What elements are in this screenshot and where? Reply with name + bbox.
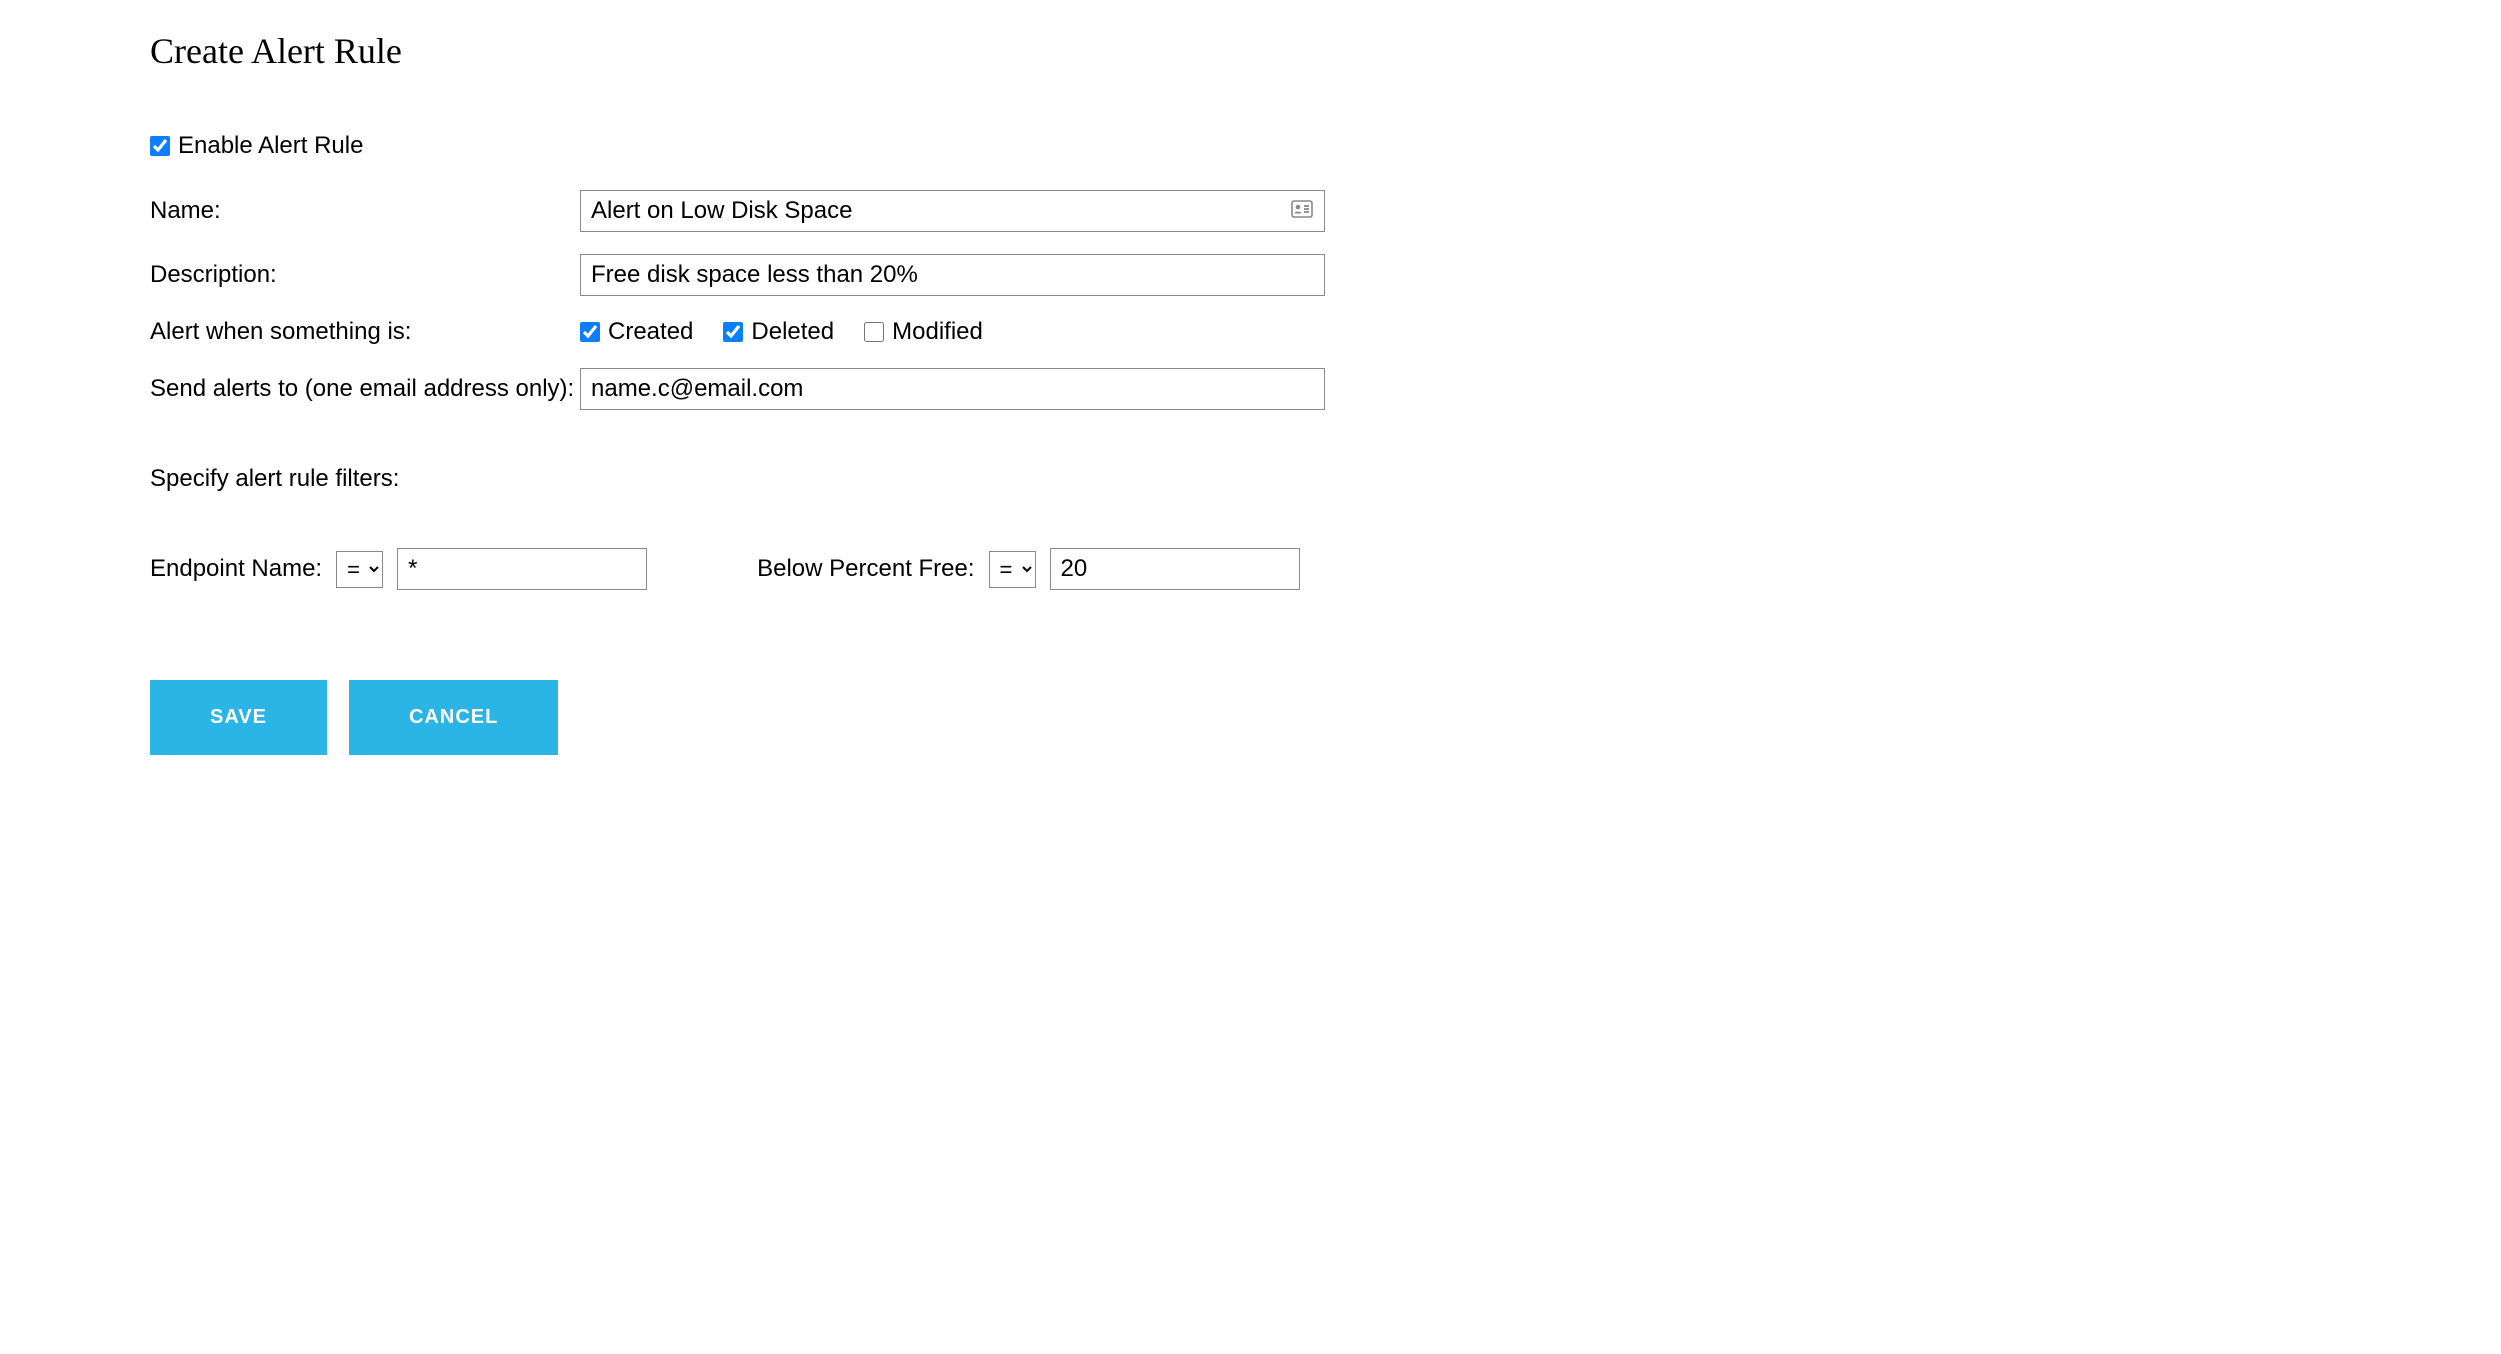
enable-label: Enable Alert Rule: [178, 132, 363, 160]
endpoint-filter: Endpoint Name: =: [150, 548, 647, 590]
enable-checkbox[interactable]: [150, 136, 170, 156]
button-row: SAVE CANCEL: [150, 680, 2351, 755]
send-to-input[interactable]: [580, 368, 1325, 410]
name-row: Name:: [150, 190, 2351, 232]
description-label: Description:: [150, 261, 580, 289]
deleted-checkbox[interactable]: [723, 322, 743, 342]
deleted-label: Deleted: [751, 318, 834, 346]
modified-checkbox[interactable]: [864, 322, 884, 342]
alert-when-group: Created Deleted Modified: [580, 318, 983, 346]
endpoint-operator-select[interactable]: =: [336, 551, 383, 588]
modified-option: Modified: [864, 318, 983, 346]
filters-row: Endpoint Name: = Below Percent Free: =: [150, 548, 2351, 590]
name-label: Name:: [150, 197, 580, 225]
page-title: Create Alert Rule: [150, 30, 2351, 72]
deleted-option: Deleted: [723, 318, 834, 346]
save-button[interactable]: SAVE: [150, 680, 327, 755]
percent-free-operator-select[interactable]: =: [989, 551, 1036, 588]
filters-label: Specify alert rule filters:: [150, 465, 2351, 493]
description-row: Description:: [150, 254, 2351, 296]
description-input[interactable]: [580, 254, 1325, 296]
endpoint-value-input[interactable]: [397, 548, 647, 590]
endpoint-label: Endpoint Name:: [150, 555, 322, 583]
name-input[interactable]: [580, 190, 1325, 232]
cancel-button[interactable]: CANCEL: [349, 680, 558, 755]
percent-free-value-input[interactable]: [1050, 548, 1300, 590]
modified-label: Modified: [892, 318, 983, 346]
enable-row: Enable Alert Rule: [150, 132, 2351, 160]
send-to-label: Send alerts to (one email address only):: [150, 375, 580, 403]
percent-free-filter: Below Percent Free: =: [757, 548, 1299, 590]
alert-when-label: Alert when something is:: [150, 318, 580, 346]
created-checkbox[interactable]: [580, 322, 600, 342]
send-to-row: Send alerts to (one email address only):: [150, 368, 2351, 410]
created-option: Created: [580, 318, 693, 346]
alert-when-row: Alert when something is: Created Deleted…: [150, 318, 2351, 346]
percent-free-label: Below Percent Free:: [757, 555, 974, 583]
created-label: Created: [608, 318, 693, 346]
